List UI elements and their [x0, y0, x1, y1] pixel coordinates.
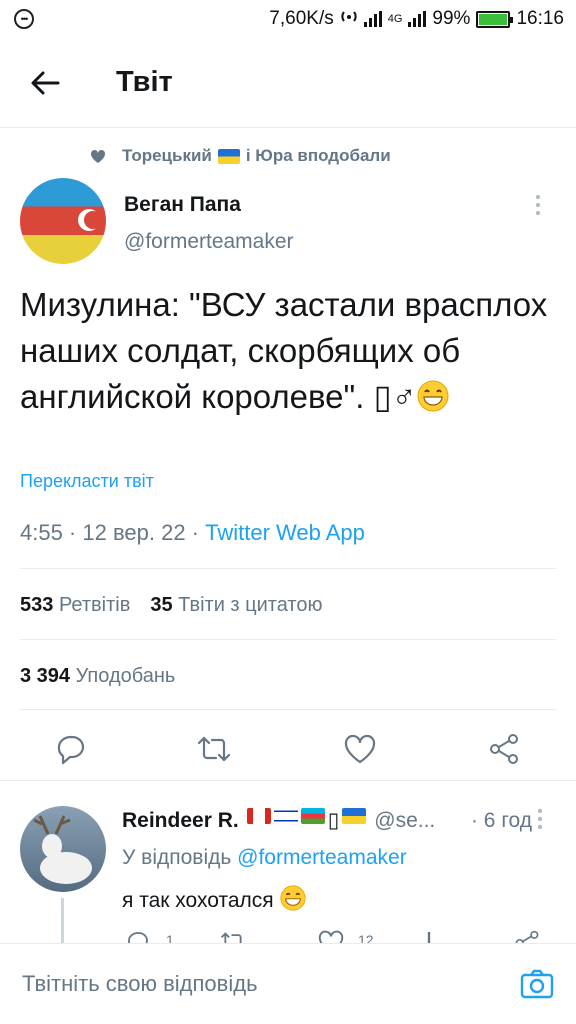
- author-handle[interactable]: @formerteamaker: [124, 230, 294, 254]
- likes-stats[interactable]: 3 394 Уподобань: [20, 665, 175, 688]
- replying-to: У відповідь @formerteamaker: [122, 846, 407, 870]
- likes-count: 3 394: [20, 665, 71, 687]
- israel-flag-icon: [273, 808, 298, 824]
- unknown-glyph: ▯: [327, 809, 340, 832]
- divider: [20, 709, 556, 710]
- reply-avatar[interactable]: [20, 806, 106, 892]
- reply-stats-icon[interactable]: [422, 930, 436, 944]
- retweets-stat[interactable]: 533 Ретвітів: [20, 594, 130, 617]
- reply-reply-icon[interactable]: [126, 930, 150, 944]
- quotes-stat[interactable]: 35 Твіти з цитатою: [150, 594, 322, 617]
- more-options-icon[interactable]: [534, 194, 542, 221]
- tweet-text: Мизулина: "ВСУ застали врасплох наших со…: [20, 282, 560, 420]
- signal-icon-2: [408, 11, 427, 27]
- liker-name: Торецький: [122, 146, 212, 165]
- divider: [20, 639, 556, 640]
- network-speed: 7,60K/s: [269, 8, 334, 29]
- heart-icon: [344, 734, 376, 764]
- page-title: Твіт: [116, 66, 173, 98]
- compose-reply-input[interactable]: Твітніть свою відповідь: [22, 971, 258, 997]
- tweet-body-tail: ♂: [391, 378, 417, 415]
- tweet-action-bar: [0, 718, 576, 780]
- replying-to-prefix: У відповідь: [122, 846, 238, 869]
- likes-label: Уподобань: [75, 665, 176, 687]
- reply-button[interactable]: [53, 731, 89, 767]
- like-button[interactable]: [342, 731, 378, 767]
- quotes-label: Твіти з цитатою: [178, 594, 323, 616]
- reply-header: Reindeer R. ▯ @se... · 6 год: [122, 808, 532, 833]
- retweet-icon: [197, 736, 231, 762]
- reply-share-icon[interactable]: [514, 930, 540, 944]
- source-app-link[interactable]: Twitter Web App: [205, 520, 365, 545]
- author-avatar[interactable]: [20, 178, 106, 264]
- battery-icon: [476, 10, 514, 28]
- translate-tweet-link[interactable]: Перекласти твіт: [20, 471, 154, 492]
- grinning-emoji-icon: [417, 380, 449, 412]
- retweet-button[interactable]: [196, 731, 232, 767]
- status-bar: ••• 7,60K/s 4G 99% 16:16: [0, 0, 576, 38]
- crescent-icon: [78, 209, 102, 231]
- divider: [0, 780, 576, 781]
- quotes-count: 35: [150, 594, 173, 616]
- replying-to-mention[interactable]: @formerteamaker: [237, 846, 407, 869]
- retweets-label: Ретвітів: [58, 594, 131, 616]
- thread-line: [61, 898, 64, 944]
- timestamp: 4:55 · 12 вер. 22 ·: [20, 520, 206, 545]
- reindeer-icon: [33, 815, 92, 884]
- reply-more-options-icon[interactable]: [536, 808, 544, 835]
- reply-icon: [57, 735, 85, 765]
- social-context[interactable]: Торецький і Юра вподобали: [90, 146, 391, 166]
- battery-percent: 99%: [432, 8, 471, 29]
- hotspot-icon: [340, 7, 358, 31]
- reply-body: я так хохотался: [122, 889, 280, 912]
- unknown-glyph: ▯: [373, 378, 392, 415]
- reply-author-handle[interactable]: @se...: [374, 809, 435, 833]
- clock: 16:16: [516, 8, 564, 29]
- back-button[interactable]: [0, 38, 90, 128]
- ukraine-flag-emoji: [217, 148, 240, 164]
- azerbaijan-flag-icon: [300, 808, 325, 824]
- ukraine-flag-icon: [342, 808, 367, 824]
- tweet-meta: 4:55 · 12 вер. 22 · Twitter Web App: [20, 520, 365, 546]
- canada-flag-icon: [246, 808, 271, 824]
- arrow-left-icon: [31, 71, 60, 94]
- retweets-count: 533: [20, 594, 54, 616]
- camera-icon: [520, 969, 554, 999]
- reply-action-bar: 1 12: [122, 930, 542, 944]
- grinning-emoji-icon: [279, 885, 306, 911]
- share-icon: [490, 734, 518, 764]
- top-app-bar: Твіт: [0, 38, 576, 128]
- reply-text: я так хохотался: [122, 885, 306, 913]
- reply-time: · 6 год: [470, 808, 532, 832]
- retweet-stats: 533 Ретвітів 35 Твіти з цитатою: [20, 594, 322, 617]
- network-type: 4G: [387, 13, 403, 25]
- author-name[interactable]: Веган Папа: [124, 193, 241, 217]
- notification-bubble-icon: •••: [14, 9, 34, 29]
- reply-like-icon[interactable]: [318, 930, 344, 944]
- flag-emojis: ▯: [246, 808, 367, 833]
- camera-button[interactable]: [520, 968, 554, 1005]
- divider: [20, 568, 556, 569]
- compose-reply-bar[interactable]: Твітніть свою відповідь: [0, 943, 576, 1024]
- tweet-body: Мизулина: "ВСУ застали врасплох наших со…: [20, 286, 548, 415]
- liked-by-text: і Юра вподобали: [245, 146, 391, 165]
- heart-filled-icon: [90, 149, 106, 163]
- signal-icon: [363, 11, 382, 27]
- share-button[interactable]: [486, 731, 522, 767]
- reply-retweet-icon[interactable]: [220, 930, 246, 944]
- reply-author-name[interactable]: Reindeer R.: [122, 809, 239, 833]
